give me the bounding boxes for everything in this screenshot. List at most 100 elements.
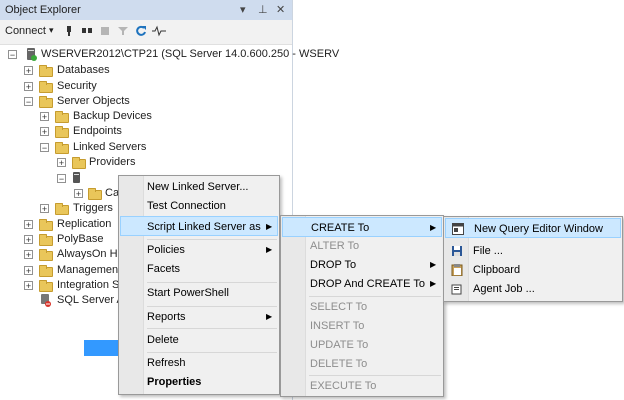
menu-item-drop-and-create-to[interactable]: DROP And CREATE To ▶	[282, 274, 442, 294]
expand-icon[interactable]: +	[57, 158, 66, 168]
sql-agent-icon	[38, 293, 52, 312]
expand-icon[interactable]: +	[24, 235, 33, 245]
tree-label: Endpoints	[73, 125, 122, 137]
menu-item-start-powershell[interactable]: Start PowerShell	[120, 283, 278, 303]
activity-monitor-icon[interactable]	[152, 25, 166, 39]
menu-item-execute-to[interactable]: EXECUTE To	[282, 376, 442, 396]
tree-node-backup-devices[interactable]: + Backup Devices	[0, 108, 292, 124]
connect-dropdown-icon[interactable]: ▾	[49, 25, 54, 36]
expand-icon[interactable]: +	[40, 204, 49, 214]
tree-label: Backup Devices	[73, 110, 152, 122]
submenu-arrow-icon: ▶	[266, 222, 273, 231]
menu-item-clipboard[interactable]: Clipboard	[445, 260, 621, 280]
menu-item-alter-to[interactable]: ALTER To	[282, 236, 442, 256]
expand-icon[interactable]: +	[24, 220, 33, 230]
tree-label: Security	[57, 80, 97, 92]
tree-label: Triggers	[73, 202, 113, 214]
folder-icon	[39, 265, 53, 277]
submenu-arrow-icon: ▶	[266, 312, 273, 321]
folder-icon	[55, 203, 69, 215]
expand-icon[interactable]: +	[24, 66, 33, 76]
panel-dropdown-icon[interactable]: ▾	[240, 3, 246, 16]
collapse-icon[interactable]: −	[8, 50, 17, 60]
menu-item-drop-to[interactable]: DROP To ▶	[282, 255, 442, 275]
tree-node-databases[interactable]: + Databases	[0, 62, 292, 78]
menu-item-refresh[interactable]: Refresh	[120, 353, 278, 373]
server-label: WSERVER2012\CTP21 (SQL Server 14.0.600.2…	[41, 48, 340, 60]
tree-label: Ca	[105, 187, 120, 199]
pin-icon[interactable]: ⊥	[258, 3, 268, 16]
menu-item-new-linked-server[interactable]: New Linked Server...	[120, 177, 278, 197]
menu-item-delete-to[interactable]: DELETE To	[282, 354, 442, 374]
menu-item-policies[interactable]: Policies ▶	[120, 240, 278, 260]
tree-label: Integration Se	[57, 279, 126, 291]
folder-icon	[72, 157, 86, 169]
tree-label: Linked Servers	[73, 141, 147, 153]
tree-node-server[interactable]: − WSERVER2012\CTP21 (SQL Server 14.0.600…	[0, 46, 339, 62]
menu-item-update-to[interactable]: UPDATE To	[282, 335, 442, 355]
expand-icon[interactable]: +	[24, 281, 33, 291]
tree-node-server-objects[interactable]: − Server Objects	[0, 93, 292, 109]
menu-item-agent-job[interactable]: Agent Job ...	[445, 279, 621, 299]
collapse-icon[interactable]: −	[40, 143, 49, 153]
menu-item-script-linked-server-as[interactable]: Script Linked Server as ▶	[120, 216, 278, 236]
panel-title-bar: Object Explorer ▾ ⊥ ✕	[0, 0, 292, 20]
menu-item-facets[interactable]: Facets	[120, 259, 278, 279]
tree-label: Databases	[57, 64, 110, 76]
submenu-arrow-icon: ▶	[430, 223, 437, 232]
clipboard-icon	[451, 264, 463, 277]
tree-label: Management	[57, 264, 122, 276]
menu-item-create-to[interactable]: CREATE To ▶	[282, 217, 442, 237]
folder-icon	[55, 142, 69, 154]
expand-icon[interactable]: +	[40, 127, 49, 137]
agent-job-icon	[451, 283, 463, 295]
panel-title: Object Explorer	[5, 4, 81, 16]
tree-node-linked-servers[interactable]: − Linked Servers	[0, 139, 292, 155]
folder-icon	[55, 126, 69, 138]
menu-separator	[147, 328, 277, 329]
submenu-arrow-icon: ▶	[266, 245, 273, 254]
folder-icon	[39, 65, 53, 77]
context-menu: New Linked Server... Test Connection Scr…	[118, 175, 280, 395]
disconnect-icon[interactable]	[80, 25, 94, 39]
expand-icon[interactable]: +	[24, 266, 33, 276]
menu-item-new-query-editor-window[interactable]: New Query Editor Window	[445, 218, 621, 238]
folder-icon	[39, 96, 53, 108]
tree-label: Replication	[57, 218, 112, 230]
folder-icon	[39, 81, 53, 93]
expand-icon[interactable]: +	[24, 82, 33, 92]
menu-item-select-to[interactable]: SELECT To	[282, 297, 442, 317]
tree-node-security[interactable]: + Security	[0, 78, 292, 94]
submenu-arrow-icon: ▶	[430, 279, 437, 288]
submenu-arrow-icon: ▶	[430, 260, 437, 269]
script-submenu: CREATE To ▶ ALTER To DROP To ▶ DROP And …	[280, 215, 444, 397]
menu-item-file[interactable]: File ...	[445, 241, 621, 261]
menu-item-reports[interactable]: Reports ▶	[120, 307, 278, 327]
expand-icon[interactable]: +	[24, 250, 33, 260]
create-to-submenu: New Query Editor Window File ... Clipboa…	[443, 216, 623, 302]
object-explorer-toolbar: Connect ▾	[0, 20, 292, 45]
folder-icon	[55, 111, 69, 123]
collapse-icon[interactable]: −	[57, 174, 66, 184]
folder-icon	[39, 280, 53, 292]
tree-label: AlwaysOn Hi	[57, 248, 120, 260]
close-icon[interactable]: ✕	[276, 3, 285, 16]
stop-icon[interactable]	[98, 25, 112, 39]
tree-label: Server Objects	[57, 95, 130, 107]
menu-item-properties[interactable]: Properties	[120, 372, 278, 392]
connect-button[interactable]: Connect	[5, 25, 46, 37]
refresh-icon[interactable]	[134, 25, 148, 39]
menu-item-insert-to[interactable]: INSERT To	[282, 316, 442, 336]
folder-icon	[39, 219, 53, 231]
collapse-icon[interactable]: −	[24, 97, 33, 107]
expand-icon[interactable]: +	[74, 189, 83, 199]
tree-node-endpoints[interactable]: + Endpoints	[0, 123, 292, 139]
folder-icon	[39, 249, 53, 261]
expand-icon[interactable]: +	[40, 112, 49, 122]
query-window-icon	[452, 223, 464, 235]
filter-icon[interactable]	[116, 25, 130, 39]
tree-node-providers[interactable]: + Providers	[0, 154, 292, 170]
menu-item-delete[interactable]: Delete	[120, 330, 278, 350]
menu-item-test-connection[interactable]: Test Connection	[120, 196, 278, 216]
connect-plug-icon[interactable]	[62, 25, 76, 39]
